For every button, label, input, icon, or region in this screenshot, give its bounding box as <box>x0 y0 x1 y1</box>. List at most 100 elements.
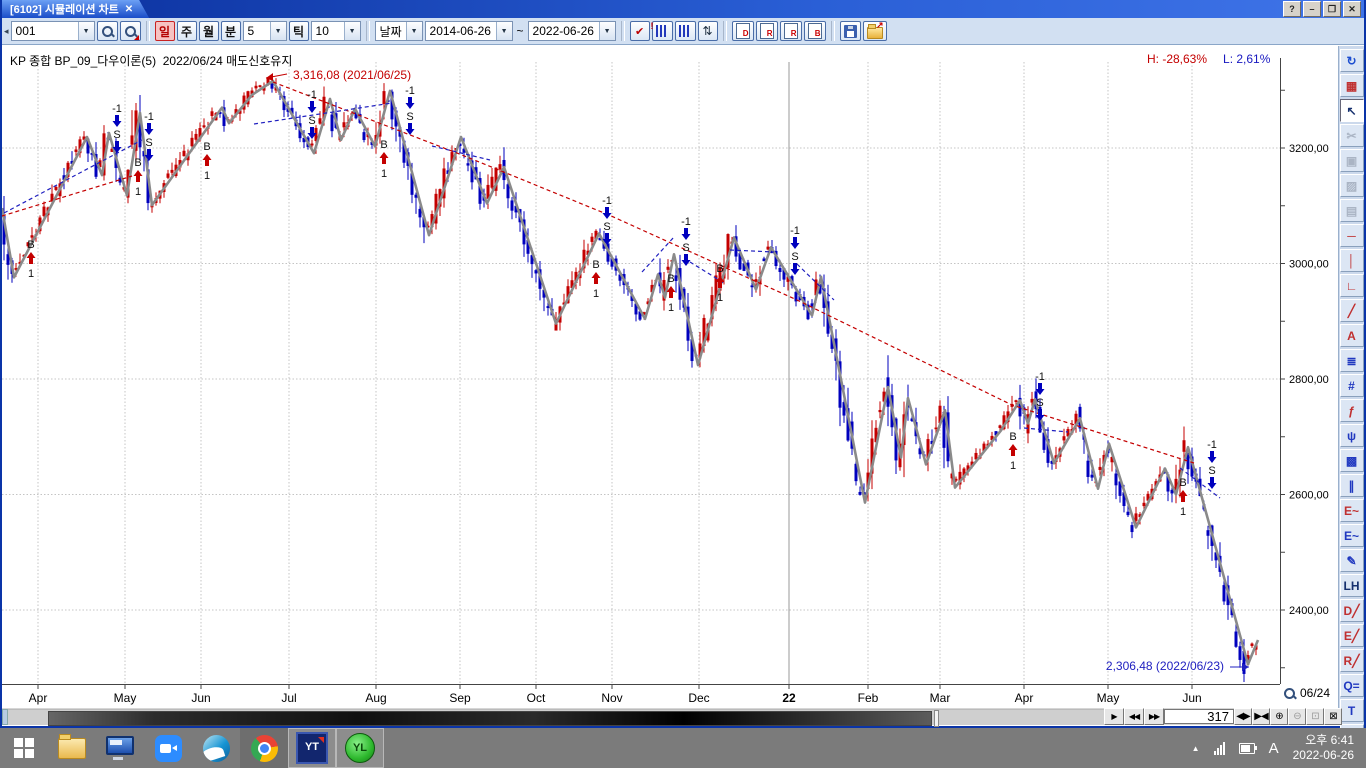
quote-list-icon[interactable]: Q= <box>1340 674 1364 697</box>
cursor-icon[interactable]: ↖ <box>1340 99 1364 122</box>
taskbar-yl-app[interactable]: YL <box>336 728 384 768</box>
zoom-in-button[interactable]: ⊕ <box>1270 708 1288 725</box>
grid-lines-icon[interactable]: # <box>1340 374 1364 397</box>
tick-combo[interactable]: 10 ▼ <box>311 21 361 41</box>
period-day-button[interactable]: 일 <box>155 21 175 41</box>
svg-text:1: 1 <box>381 168 387 180</box>
axis-zoom-icon[interactable] <box>1283 687 1296 700</box>
sort-button[interactable]: ⇅ <box>698 21 718 41</box>
taskbar-explorer[interactable] <box>48 728 96 768</box>
search-history-button[interactable] <box>120 21 141 41</box>
expand-range-button[interactable]: ◀▶ <box>1234 708 1252 725</box>
scroll-end-button[interactable]: ▶▶ <box>1144 708 1164 725</box>
chevron-down-icon[interactable]: ▼ <box>344 22 360 40</box>
indicator-alert-button[interactable] <box>652 21 673 41</box>
scroll-right-button[interactable]: ▶ <box>1104 708 1124 725</box>
search-button[interactable] <box>97 21 118 41</box>
angle-line-tool-icon[interactable]: ∟ <box>1340 274 1364 297</box>
period-minute-button[interactable]: 분 <box>221 21 241 41</box>
e-wave-icon[interactable]: E╱ <box>1340 624 1364 647</box>
ime-indicator[interactable]: A <box>1269 740 1279 757</box>
separator <box>831 21 835 41</box>
copy-b-button[interactable]: B <box>804 21 826 41</box>
trendline-tool-icon[interactable]: ╱ <box>1340 299 1364 322</box>
low-high-icon[interactable]: LH <box>1340 574 1364 597</box>
date-mode-combo[interactable]: 날짜 ▼ <box>375 21 423 41</box>
battery-icon[interactable] <box>1239 743 1255 754</box>
fib-lines-icon[interactable]: ≣ <box>1340 349 1364 372</box>
chart-area[interactable]: 3200,003000,002800,002600,002400,00AprMa… <box>2 46 1342 708</box>
svg-text:S: S <box>682 242 689 254</box>
svg-text:S: S <box>308 115 315 127</box>
r-wave-icon[interactable]: R╱ <box>1340 649 1364 672</box>
svg-text:B: B <box>203 141 210 153</box>
taskbar-chrome[interactable] <box>240 728 288 768</box>
toolbar-back-icon[interactable]: ◂ <box>4 26 9 37</box>
symbol-combo[interactable]: 001 ▼ <box>11 21 95 41</box>
vline-tool-icon[interactable]: │ <box>1340 249 1364 272</box>
formula-icon[interactable]: ƒ <box>1340 399 1364 422</box>
clear-view-button[interactable]: ⊠ <box>1324 708 1342 725</box>
scroll-start-button[interactable]: ◀◀ <box>1124 708 1144 725</box>
chevron-down-icon[interactable]: ▼ <box>78 22 94 40</box>
open-button[interactable] <box>863 21 887 41</box>
help-button[interactable]: ? <box>1283 1 1301 17</box>
clock-time: 오후 6:41 <box>1293 733 1354 748</box>
doc-r-button[interactable]: R <box>756 21 778 41</box>
close-button[interactable]: ✕ <box>1343 1 1361 17</box>
doc-d-button[interactable]: D <box>732 21 754 41</box>
svg-text:-1: -1 <box>1035 371 1045 383</box>
svg-text:-1: -1 <box>112 103 122 115</box>
network-signal-icon[interactable] <box>1214 742 1225 755</box>
chart-settings-icon[interactable]: ▦ <box>1340 74 1364 97</box>
start-button[interactable] <box>0 728 48 768</box>
minimize-button[interactable]: – <box>1303 1 1321 17</box>
period-week-button[interactable]: 주 <box>177 21 197 41</box>
elliott-wave2-icon[interactable]: E~ <box>1340 524 1364 547</box>
taskbar-yt-trader[interactable]: YT <box>288 728 336 768</box>
chevron-down-icon[interactable]: ▼ <box>496 22 512 40</box>
doc-gr-button[interactable]: R <box>780 21 802 41</box>
elliott-wave-icon[interactable]: E~ <box>1340 499 1364 522</box>
hline-tool-icon[interactable]: ─ <box>1340 224 1364 247</box>
chevron-down-icon[interactable]: ▼ <box>599 22 615 40</box>
date-from-combo[interactable]: 2014-06-26 ▼ <box>425 21 513 41</box>
restore-button[interactable]: ❐ <box>1323 1 1341 17</box>
taskbar-clock[interactable]: 오후 6:41 2022-06-26 <box>1293 733 1354 763</box>
taskbar-zoom[interactable] <box>144 728 192 768</box>
scrollbar-thumb[interactable] <box>48 711 932 726</box>
indicator-button[interactable] <box>675 21 696 41</box>
svg-text:S: S <box>603 221 610 233</box>
separator <box>723 21 727 41</box>
period-month-button[interactable]: 월 <box>199 21 219 41</box>
shrink-range-button[interactable]: ▶◀ <box>1252 708 1270 725</box>
parallel-lines-icon[interactable]: ∥ <box>1340 474 1364 497</box>
low-percent: L: 2,61% <box>1223 52 1270 66</box>
pencil-tool-icon[interactable]: ✎ <box>1340 549 1364 572</box>
signal-chart-button[interactable]: ✔ <box>630 21 650 41</box>
label-tool-icon[interactable]: T <box>1340 699 1364 722</box>
doc-gr-icon: R <box>784 23 798 39</box>
tab-close-icon[interactable]: ✕ <box>125 4 133 15</box>
text-tool-icon[interactable]: A <box>1340 324 1364 347</box>
gann-grid-icon[interactable]: ▩ <box>1340 449 1364 472</box>
minute-combo[interactable]: 5 ▼ <box>243 21 287 41</box>
date-to-combo[interactable]: 2022-06-26 ▼ <box>528 21 616 41</box>
window-tab[interactable]: [6102] 시뮬레이션 차트 ✕ <box>2 0 149 18</box>
fan-lines-icon[interactable]: ψ <box>1340 424 1364 447</box>
scrollbar-track[interactable] <box>8 709 1104 725</box>
tray-expand-icon[interactable]: ▲ <box>1192 744 1200 753</box>
period-tick-button[interactable]: 틱 <box>289 21 309 41</box>
price-chart[interactable]: 3200,003000,002800,002600,002400,00AprMa… <box>2 46 1342 708</box>
taskbar-whale[interactable] <box>192 728 240 768</box>
refresh-icon[interactable]: ↻ <box>1340 49 1364 72</box>
visible-bars-input[interactable] <box>1164 709 1234 724</box>
scrollbar-notch[interactable] <box>934 710 939 727</box>
d-wave-icon[interactable]: D╱ <box>1340 599 1364 622</box>
taskbar-remote-desktop[interactable] <box>96 728 144 768</box>
chevron-down-icon[interactable]: ▼ <box>270 22 286 40</box>
save-button[interactable] <box>840 21 861 41</box>
svg-text:1: 1 <box>1010 460 1016 472</box>
chevron-down-icon[interactable]: ▼ <box>406 22 422 40</box>
doc-r-icon: R <box>760 23 774 39</box>
